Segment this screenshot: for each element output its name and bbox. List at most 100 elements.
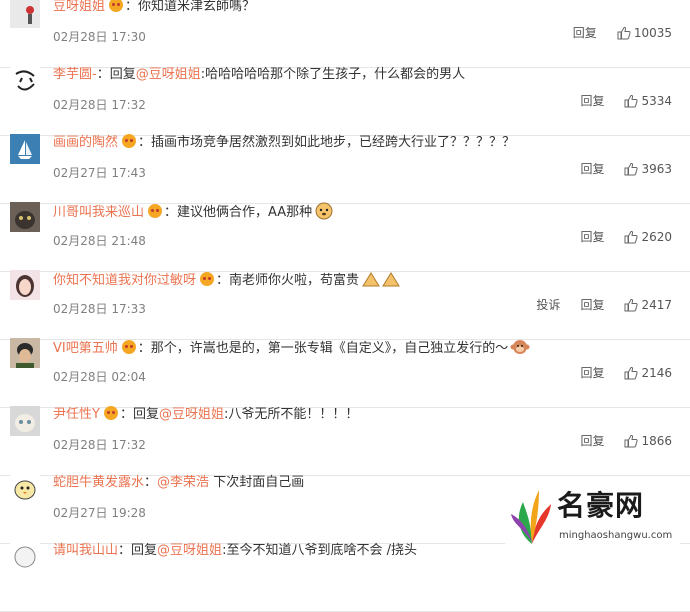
thumbs-up-icon bbox=[624, 298, 639, 312]
username-link[interactable]: 蛇胆牛黄发露水 bbox=[53, 475, 144, 490]
vip-badge-icon bbox=[122, 134, 137, 148]
avatar[interactable] bbox=[10, 406, 40, 436]
comment-item: 豆呀姐姐 ：你知道米津玄師嗎？ 02月28日 17:30 回复 10035 bbox=[0, 0, 690, 68]
comment-line: 川哥叫我来巡山 ：建议他俩合作，AA那种 bbox=[53, 202, 334, 222]
vip-badge-icon bbox=[121, 340, 136, 354]
comment-item: 你知不知道我对你过敏呀 ：南老师你火啦，苟富贵 02月28日 17:33 投诉 回复 24… bbox=[0, 270, 690, 340]
comment-text: :哈哈哈哈哈那个除了生孩子，什么都会的男人 bbox=[200, 67, 466, 82]
watermark-name: 名豪网 bbox=[557, 489, 645, 522]
comment-line: 请叫我山山：回复@豆呀姐姐:至今不知道八爷到底啥不会 /挠头 bbox=[53, 542, 417, 560]
like-button[interactable]: 2146 bbox=[624, 366, 672, 380]
comment-text: :至今不知道八爷到底啥不会 /挠头 bbox=[222, 543, 417, 558]
comment-time: 02月28日 17:32 bbox=[53, 98, 146, 112]
avatar[interactable] bbox=[10, 338, 40, 368]
like-button[interactable]: 3963 bbox=[624, 162, 672, 176]
watermark-logo-icon bbox=[511, 490, 551, 544]
monkey-emoji-icon bbox=[510, 340, 530, 354]
like-count: 2417 bbox=[641, 298, 672, 312]
vip-badge-icon bbox=[148, 204, 163, 218]
like-button[interactable]: 5334 bbox=[624, 94, 672, 108]
colon: ： bbox=[164, 205, 178, 220]
colon: ： bbox=[144, 475, 158, 490]
comment-item: 画画的陶然 ：插画市场竞争居然激烈到如此地步，已经跨大行业了？？？？？ 02月27日… bbox=[0, 134, 690, 204]
colon: ： bbox=[125, 0, 139, 14]
like-button[interactable]: 1866 bbox=[624, 434, 672, 448]
mention-link[interactable]: @李荣浩 bbox=[157, 475, 209, 490]
colon: ： bbox=[138, 135, 152, 150]
colon: ： bbox=[96, 67, 110, 82]
avatar[interactable] bbox=[10, 270, 40, 300]
like-button[interactable]: 2620 bbox=[624, 230, 672, 244]
comment-line: 画画的陶然 ：插画市场竞争居然激烈到如此地步，已经跨大行业了？？？？？ bbox=[53, 134, 515, 152]
comment-item: 李芋圆-：回复@豆呀姐姐:哈哈哈哈哈那个除了生孩子，什么都会的男人 02月28日 … bbox=[0, 66, 690, 136]
reply-button[interactable]: 回复 bbox=[580, 432, 604, 449]
username-link[interactable]: 请叫我山山 bbox=[53, 543, 118, 558]
colon: ： bbox=[137, 341, 151, 356]
username-link[interactable]: 李芋圆- bbox=[53, 67, 97, 82]
username-link[interactable]: 尹任性Y bbox=[53, 407, 100, 422]
reply-button[interactable]: 回复 bbox=[573, 24, 597, 41]
thumbs-up-icon bbox=[624, 162, 639, 176]
comment-actions: 投诉 回复 2417 bbox=[536, 296, 672, 313]
comment-time: 02月28日 21:48 bbox=[53, 234, 146, 248]
mention-link[interactable]: @豆呀姐姐 bbox=[136, 67, 201, 82]
vip-badge-icon bbox=[103, 406, 118, 420]
comment-time: 02月27日 17:43 bbox=[53, 166, 146, 180]
reply-button[interactable]: 回复 bbox=[580, 296, 604, 313]
like-count: 2620 bbox=[641, 230, 672, 244]
mention-link[interactable]: @豆呀姐姐 bbox=[157, 543, 222, 558]
username-link[interactable]: 你知不知道我对你过敏呀 bbox=[53, 273, 196, 288]
comment-text: 南老师你火啦，苟富贵 bbox=[229, 273, 360, 288]
comment-actions: 回复 2620 bbox=[580, 228, 672, 245]
like-button[interactable]: 2417 bbox=[624, 298, 672, 312]
thumbs-up-icon bbox=[624, 434, 639, 448]
comment-actions: 回复 1866 bbox=[580, 432, 672, 449]
comment-actions: 回复 5334 bbox=[580, 92, 672, 109]
username-link[interactable]: 川哥叫我来巡山 bbox=[53, 205, 144, 220]
thumbs-up-icon bbox=[624, 230, 639, 244]
comment-line: VI吧第五帅 ：那个，许嵩也是的，第一张专辑《自定义》，自己独立发行的～ bbox=[53, 338, 530, 358]
watermark: 名豪网 minghaoshangwu.com bbox=[505, 480, 680, 552]
comment-item: 川哥叫我来巡山 ：建议他俩合作，AA那种 02月28日 21:48 回复 2620 bbox=[0, 202, 690, 272]
reply-button[interactable]: 回复 bbox=[580, 228, 604, 245]
like-button[interactable]: 10035 bbox=[617, 26, 672, 40]
mention-link[interactable]: @豆呀姐姐 bbox=[159, 407, 224, 422]
reply-prefix: 回复 bbox=[109, 67, 136, 82]
username-link[interactable]: 豆呀姐姐 bbox=[53, 0, 105, 14]
avatar[interactable] bbox=[10, 474, 40, 504]
report-button[interactable]: 投诉 bbox=[536, 296, 560, 313]
comment-actions: 回复 10035 bbox=[573, 24, 672, 41]
reply-prefix: 回复 bbox=[131, 543, 158, 558]
comment-text: 你知道米津玄師嗎？ bbox=[138, 0, 256, 14]
dog-emoji-icon bbox=[315, 202, 333, 220]
comment-text: :八爷无所不能！！！！ bbox=[224, 407, 359, 422]
like-count: 5334 bbox=[641, 94, 672, 108]
thumbs-up-icon bbox=[617, 26, 631, 40]
comment-line: 尹任性Y ：回复@豆呀姐姐:八爷无所不能！！！！ bbox=[53, 406, 358, 424]
avatar[interactable] bbox=[10, 66, 40, 96]
comment-text: 建议他俩合作，AA那种 bbox=[177, 205, 313, 220]
avatar[interactable] bbox=[10, 202, 40, 232]
vip-badge-icon bbox=[109, 0, 124, 12]
avatar[interactable] bbox=[10, 134, 40, 164]
comment-line: 蛇胆牛黄发露水：@李荣浩 下次封面自己画 bbox=[53, 474, 304, 492]
comment-item: VI吧第五帅 ：那个，许嵩也是的，第一张专辑《自定义》，自己独立发行的～ 02月28… bbox=[0, 338, 690, 408]
avatar[interactable] bbox=[10, 542, 40, 572]
colon: ： bbox=[118, 543, 132, 558]
comment-text: 那个，许嵩也是的，第一张专辑《自定义》，自己独立发行的～ bbox=[150, 341, 509, 356]
comment-line: 李芋圆-：回复@豆呀姐姐:哈哈哈哈哈那个除了生孩子，什么都会的男人 bbox=[53, 66, 465, 84]
vip-badge-icon bbox=[200, 272, 215, 286]
comment-item: 尹任性Y ：回复@豆呀姐姐:八爷无所不能！！！！ 02月28日 17:32 回复 186… bbox=[0, 406, 690, 476]
watermark-url: minghaoshangwu.com bbox=[559, 530, 673, 541]
colon: ： bbox=[216, 273, 230, 288]
comment-time: 02月28日 02:04 bbox=[53, 370, 146, 384]
colon: ： bbox=[119, 407, 133, 422]
reply-button[interactable]: 回复 bbox=[580, 160, 604, 177]
reply-button[interactable]: 回复 bbox=[580, 92, 604, 109]
reply-button[interactable]: 回复 bbox=[580, 364, 604, 381]
username-link[interactable]: 画画的陶然 bbox=[53, 135, 118, 150]
username-link[interactable]: VI吧第五帅 bbox=[53, 341, 118, 356]
comment-time: 02月27日 19:28 bbox=[53, 506, 146, 520]
thumbs-up-icon bbox=[624, 94, 639, 108]
avatar[interactable] bbox=[10, 0, 40, 28]
